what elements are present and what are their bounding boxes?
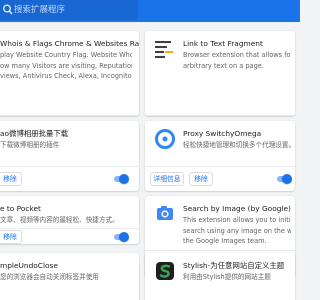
extension-card: Whois & Flags Chrome & Websites Rating p… — [0, 31, 139, 116]
remove-button[interactable]: 移除 — [189, 172, 213, 186]
extension-name: Proxy SwitchyOmega — [183, 129, 262, 138]
extension-name: mpleUndoClose — [0, 261, 58, 270]
enable-toggle[interactable] — [112, 232, 129, 242]
extension-description: 利用由Stylish提供的网站主题 — [183, 273, 271, 281]
stylish-icon — [156, 262, 174, 280]
link-to-text-fragment-icon — [155, 41, 173, 58]
extension-name: e to Pocket — [0, 204, 41, 213]
extension-card: e to Pocket 文章、视频等内容的最轻松、快捷方式。 移除 — [0, 196, 139, 244]
extension-card: mpleUndoClose 您的浏览器会自动关闭标签并使用 — [0, 253, 139, 300]
extension-name: Search by Image (by Google) — [183, 204, 291, 213]
extension-description: This extension allows you to initiate a … — [183, 216, 291, 245]
search-box[interactable]: 搜索扩展程序 — [0, 0, 138, 20]
extension-card: Proxy SwitchyOmega 轻松快捷地管理和切换多个代理设置。 详细信… — [145, 121, 295, 191]
extension-description: play Website Country Flag. Website Whois… — [0, 51, 132, 80]
enable-toggle[interactable] — [275, 174, 292, 184]
camera-icon — [157, 206, 173, 220]
extension-description: 下载微博相册的插件 — [0, 141, 60, 149]
extension-card: Link to Text Fragment Browser extension … — [145, 31, 295, 116]
extension-card: Stylish-为任意网站自定义主题 利用由Stylish提供的网站主题 — [145, 253, 295, 300]
extension-name: ao微博相册批量下载 — [0, 129, 69, 138]
extension-name: Whois & Flags Chrome & Websites Rating — [0, 39, 139, 48]
toolbar: 搜索扩展程序 — [0, 0, 300, 22]
search-input[interactable]: 搜索扩展程序 — [14, 4, 65, 16]
remove-button[interactable]: 移除 — [0, 172, 22, 186]
extension-card: ao微博相册批量下载 下载微博相册的插件 移除 — [0, 121, 139, 191]
remove-button[interactable]: 移除 — [0, 230, 22, 244]
proxy-switchyomega-icon — [155, 129, 175, 149]
enable-toggle[interactable] — [112, 174, 129, 184]
extension-description: 您的浏览器会自动关闭标签并使用 — [0, 273, 99, 281]
extension-description: 轻松快捷地管理和切换多个代理设置。 — [183, 141, 291, 149]
extension-description: 文章、视频等内容的最轻松、快捷方式。 — [0, 216, 119, 224]
extension-name: Stylish-为任意网站自定义主题 — [183, 261, 285, 270]
extension-name: Link to Text Fragment — [183, 39, 263, 48]
details-button[interactable]: 详细信息 — [150, 172, 184, 186]
extension-description: Browser extension that allows for linkin… — [183, 51, 291, 70]
